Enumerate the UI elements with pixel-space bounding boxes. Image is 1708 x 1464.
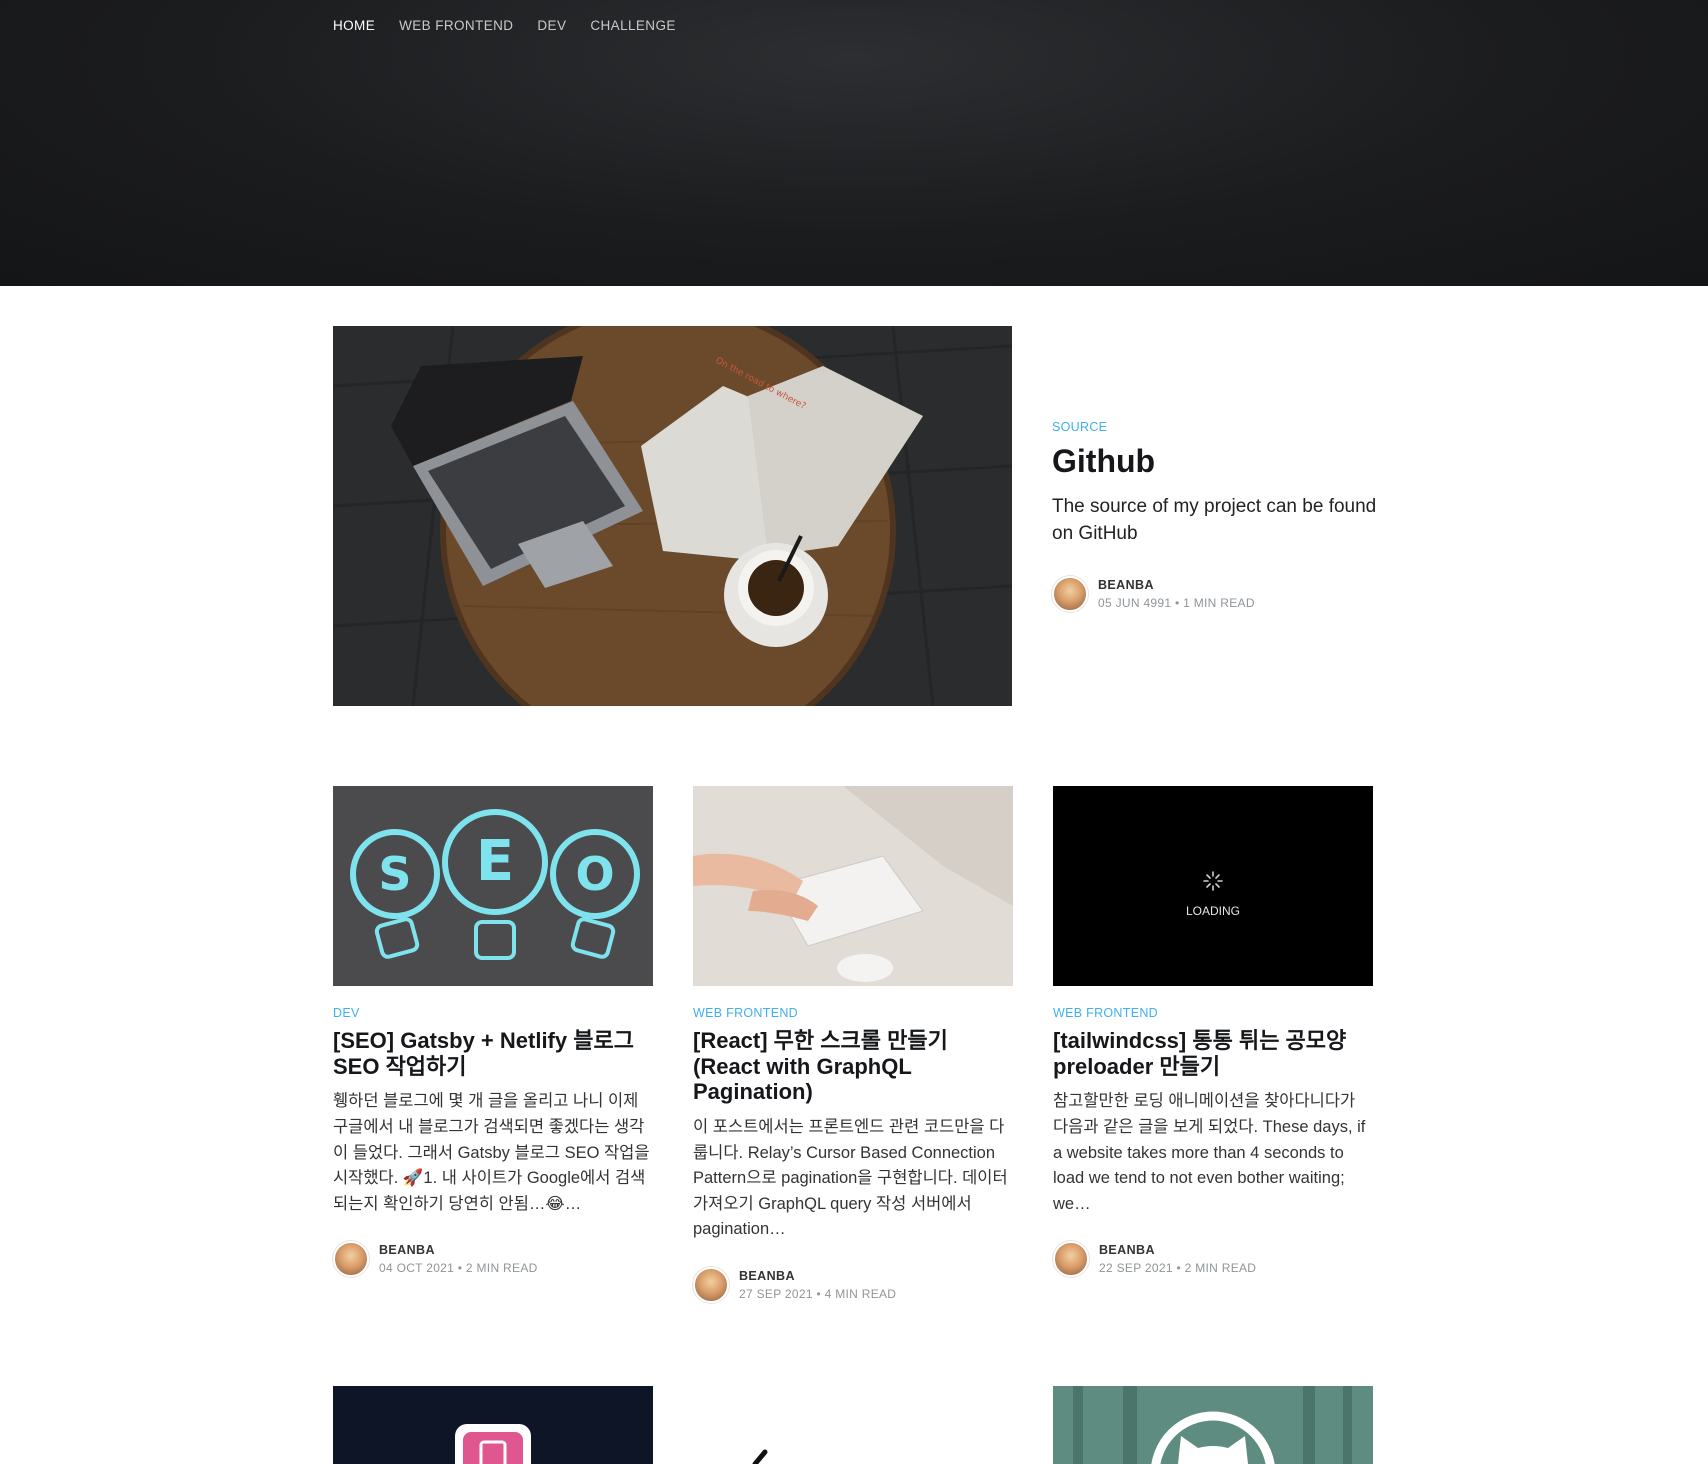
seo-image-letter-e: E <box>476 829 514 894</box>
featured-post-title[interactable]: Github <box>1052 442 1382 480</box>
author-name[interactable]: BEANBA <box>379 1243 538 1257</box>
post-card-meta: BEANBA 27 SEP 2021 • 4 MIN READ <box>693 1267 1013 1304</box>
post-card-image[interactable]: LOADING <box>1053 786 1373 986</box>
main-nav: HOME WEB FRONTEND DEV CHALLENGE <box>333 18 676 33</box>
post-date-readtime: 22 SEP 2021 • 2 MIN READ <box>1099 1261 1257 1276</box>
post-date: 05 JUN 4991 <box>1098 595 1172 610</box>
loading-label: LOADING <box>1186 904 1240 918</box>
post-card: LOADING WEB FRONTEND [tailwindcss] 통통 튀는… <box>1053 786 1373 1278</box>
author-name[interactable]: BEANBA <box>739 1269 896 1283</box>
author-name[interactable]: BEANBA <box>1098 578 1255 592</box>
post-card-tag[interactable]: WEB FRONTEND <box>693 1006 1013 1020</box>
post-card-image[interactable] <box>693 1386 1013 1464</box>
featured-post-meta: BEANBA 05 JUN 4991 • 1 MIN READ <box>1052 575 1382 612</box>
post-card-excerpt[interactable]: 이 포스트에서는 프론트엔드 관련 코드만을 다룹니다. Relay’s Cur… <box>693 1115 1013 1243</box>
post-read-time: 2 MIN READ <box>465 1261 538 1276</box>
post-card-tag[interactable]: DEV <box>333 1006 653 1020</box>
post-card-meta: BEANBA 22 SEP 2021 • 2 MIN READ <box>1053 1241 1373 1278</box>
featured-post-content: SOURCE Github The source of my project c… <box>1052 420 1382 612</box>
featured-post-excerpt[interactable]: The source of my project can be found on… <box>1052 494 1382 547</box>
seo-image-letter-o: O <box>575 847 614 901</box>
post-card-image[interactable]: S E O <box>333 786 653 986</box>
post-read-time: 1 MIN READ <box>1183 595 1255 610</box>
post-date: 27 SEP 2021 <box>739 1287 813 1302</box>
post-card-meta: BEANBA 04 OCT 2021 • 2 MIN READ <box>333 1241 653 1278</box>
post-card-image[interactable] <box>1053 1386 1373 1464</box>
post-date: 04 OCT 2021 <box>379 1261 455 1276</box>
post-card-tag[interactable]: WEB FRONTEND <box>1053 1006 1373 1020</box>
author-avatar[interactable] <box>693 1267 729 1304</box>
post-card-image[interactable] <box>693 786 1013 986</box>
post-card-excerpt[interactable]: 참고할만한 로딩 애니메이션을 찾아다니다가 다음과 같은 글을 보게 되었다.… <box>1053 1089 1373 1217</box>
author-avatar[interactable] <box>1053 1241 1089 1278</box>
featured-post-image[interactable]: On the road to where? <box>333 326 1012 706</box>
post-card: WEB FRONTEND [React] 무한 스크롤 만들기 (React w… <box>693 786 1013 1304</box>
post-card-title[interactable]: [React] 무한 스크롤 만들기 (React with GraphQL P… <box>693 1028 1013 1105</box>
post-card-image[interactable] <box>333 1386 653 1464</box>
site-header: HOME WEB FRONTEND DEV CHALLENGE <box>0 0 1708 286</box>
featured-post-tag[interactable]: SOURCE <box>1052 420 1382 434</box>
nav-item-home[interactable]: HOME <box>333 18 375 33</box>
post-read-time: 4 MIN READ <box>824 1287 897 1302</box>
post-card: S E O DEV [SEO] Gatsby + Netlify 블로그 SEO… <box>333 786 653 1278</box>
post-date-readtime: 04 OCT 2021 • 2 MIN READ <box>379 1261 538 1276</box>
post-date-readtime: 27 SEP 2021 • 4 MIN READ <box>739 1287 897 1302</box>
author-avatar[interactable] <box>1052 575 1088 612</box>
post-date-readtime: 05 JUN 4991 • 1 MIN READ <box>1098 595 1255 610</box>
nav-item-challenge[interactable]: CHALLENGE <box>590 18 675 33</box>
seo-image-letter-s: S <box>378 847 411 901</box>
nav-item-web-frontend[interactable]: WEB FRONTEND <box>399 18 513 33</box>
post-card-excerpt[interactable]: 휑하던 블로그에 몇 개 글을 올리고 나니 이제 구글에서 내 블로그가 검색… <box>333 1089 653 1217</box>
post-read-time: 2 MIN READ <box>1184 1261 1257 1276</box>
post-card-title[interactable]: [tailwindcss] 통통 튀는 공모양 preloader 만들기 <box>1053 1028 1373 1079</box>
author-avatar[interactable] <box>333 1241 369 1278</box>
post-card-title[interactable]: [SEO] Gatsby + Netlify 블로그 SEO 작업하기 <box>333 1028 653 1079</box>
nav-item-dev[interactable]: DEV <box>537 18 566 33</box>
author-name[interactable]: BEANBA <box>1099 1243 1256 1257</box>
post-date: 22 SEP 2021 <box>1099 1261 1173 1276</box>
